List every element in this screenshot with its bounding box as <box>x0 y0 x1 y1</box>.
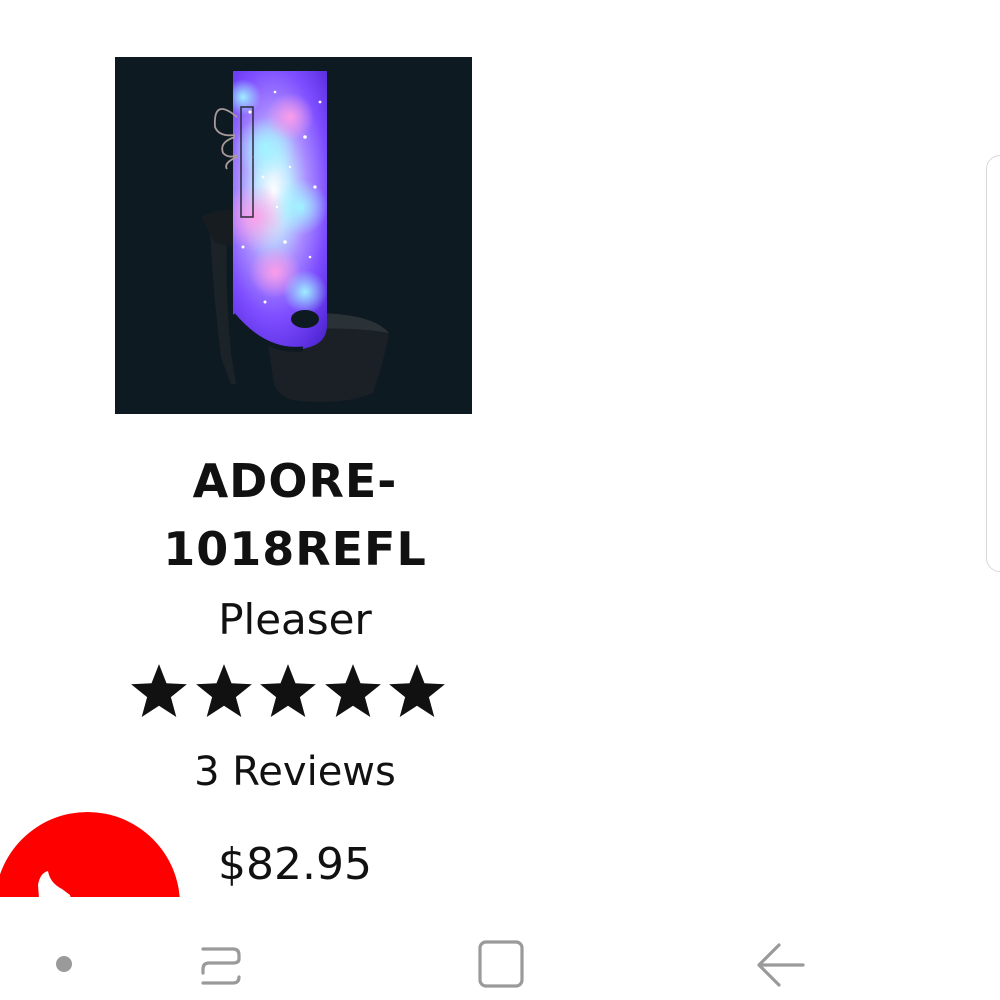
back-icon <box>757 943 805 987</box>
back-button[interactable] <box>753 937 809 993</box>
star-icon <box>260 664 316 718</box>
home-button[interactable] <box>473 937 529 993</box>
recents-icon <box>201 947 241 985</box>
star-rating <box>128 661 448 727</box>
nav-dot-icon[interactable] <box>56 956 72 972</box>
home-icon <box>478 940 524 988</box>
edge-panel-handle[interactable] <box>986 155 1000 572</box>
product-name[interactable]: ADORE- 1018REFL <box>110 447 480 583</box>
star-icon <box>389 664 445 718</box>
boot-illustration <box>115 57 472 414</box>
star-icon <box>324 664 381 718</box>
star-icon <box>195 664 252 718</box>
star-icon <box>131 664 187 718</box>
recents-button[interactable] <box>193 937 249 993</box>
screen: ADORE- 1018REFL Pleaser 3 Reviews $82.95 <box>0 0 1000 1000</box>
product-image[interactable] <box>115 57 472 414</box>
product-brand: Pleaser <box>218 595 372 644</box>
reviews-link[interactable]: 3 Reviews <box>110 747 480 797</box>
navigation-bar <box>0 897 1000 1000</box>
